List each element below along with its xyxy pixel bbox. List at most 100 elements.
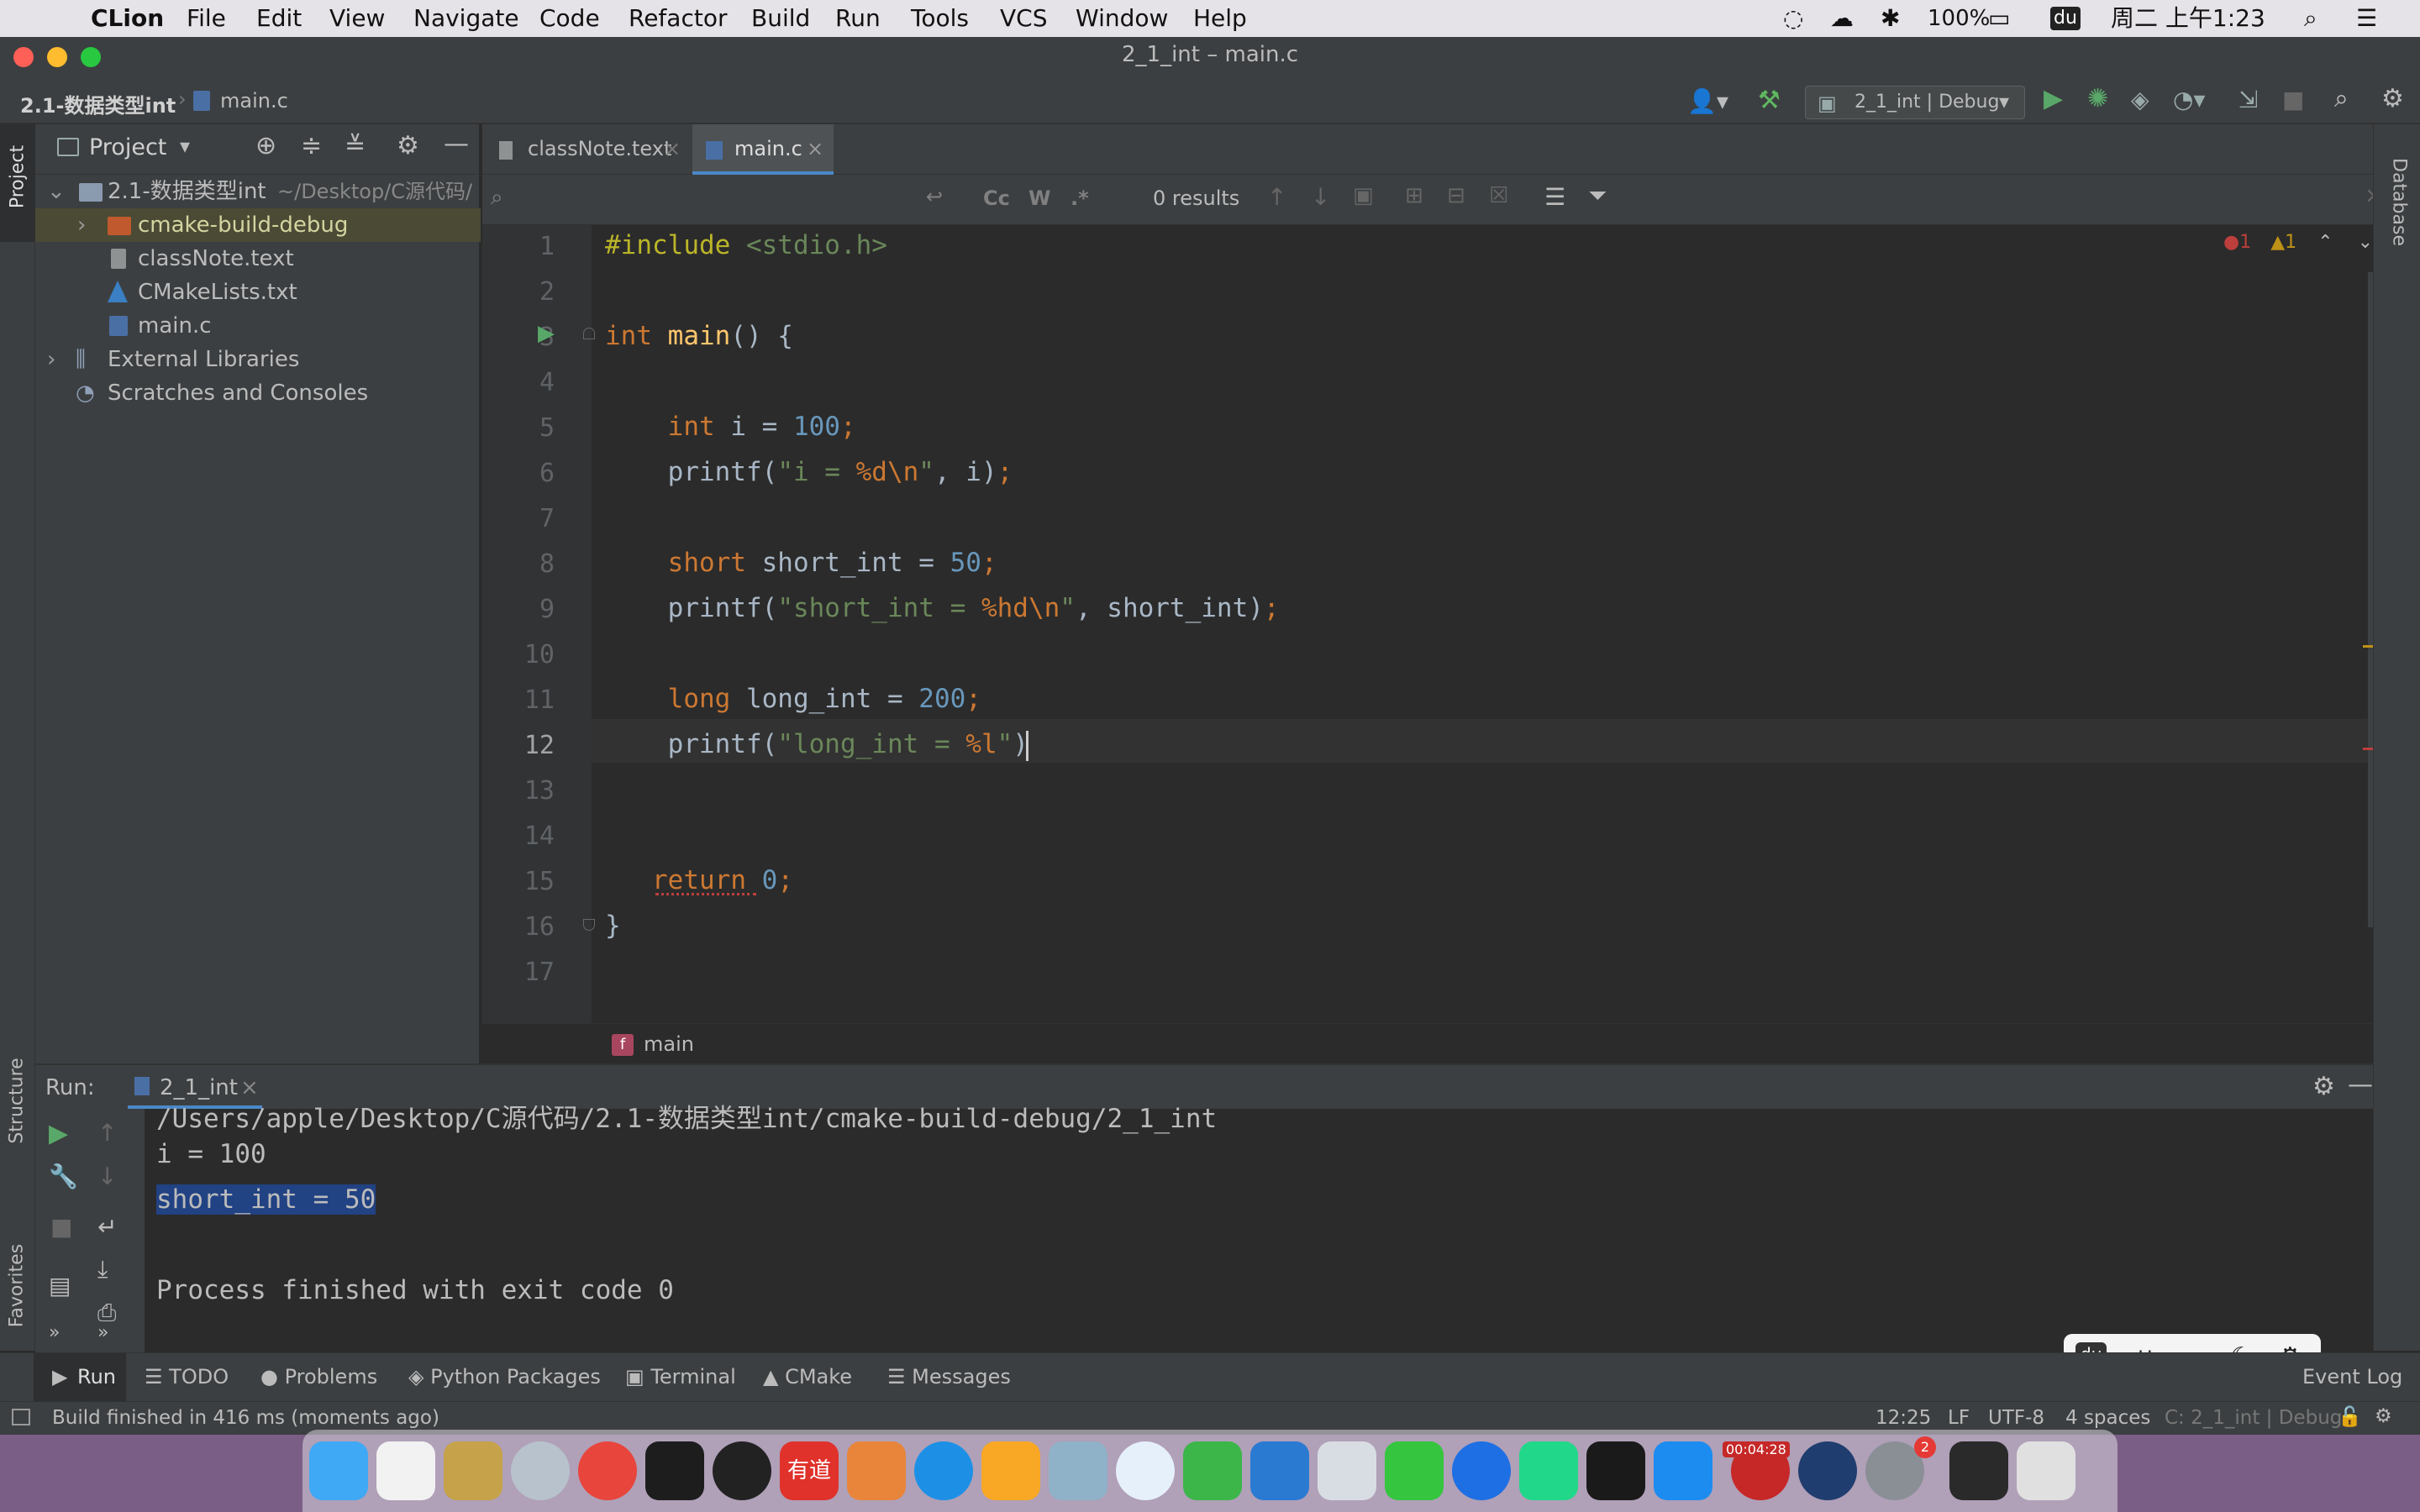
rerun-icon[interactable]: ▶	[49, 1119, 68, 1148]
nav-file[interactable]: main.c	[220, 89, 288, 113]
arrow-down-icon[interactable]: ↓	[1311, 183, 1330, 211]
user-icon[interactable]: 👤▾	[1687, 87, 1728, 115]
lock-icon[interactable]: 🔓	[2338, 1405, 2362, 1428]
tool-tab-cmake[interactable]: ▲ CMake	[763, 1365, 852, 1389]
breadcrumb-main[interactable]: main	[644, 1032, 694, 1056]
project-tool-tab[interactable]: Project	[0, 124, 35, 242]
tree-item-cmake-build-debug[interactable]: › cmake-build-debug	[35, 208, 481, 242]
tool-tab-run[interactable]: ▶ Run	[34, 1353, 126, 1402]
coverage-icon[interactable]: ◈	[2131, 86, 2149, 113]
scroll-up-icon[interactable]: ↑	[97, 1119, 117, 1147]
select-all-icon[interactable]: ▣	[1353, 183, 1374, 208]
run-console[interactable]: /Users/apple/Desktop/C源代码/2.1-数据类型int/cm…	[145, 1104, 2373, 1352]
menu-refactor[interactable]: Refactor	[629, 3, 727, 34]
menu-vcs[interactable]: VCS	[1000, 3, 1047, 34]
docker-icon[interactable]	[914, 1441, 973, 1500]
transmit-icon[interactable]	[444, 1441, 502, 1500]
app-menu[interactable]: CLion	[91, 3, 164, 34]
gear-icon[interactable]: ⚙	[2312, 1072, 2335, 1101]
arrow-up-icon[interactable]: ↑	[1267, 183, 1286, 211]
tree-item-main-c[interactable]: main.c	[35, 309, 481, 343]
inspection-widget[interactable]: ●1 ▲1 ⌃ ⌄	[2223, 232, 2373, 253]
code-editor[interactable]	[592, 225, 2385, 1023]
trash-icon[interactable]	[2017, 1441, 2075, 1500]
expand-all-icon[interactable]: ≑	[301, 131, 322, 160]
filter-icon[interactable]: ⏷	[1588, 181, 1607, 210]
settings-gear-icon[interactable]: ⚙	[2381, 84, 2404, 113]
add-occurrence-icon[interactable]: ⊞	[1405, 183, 1423, 208]
menu-window[interactable]: Window	[1076, 3, 1168, 34]
edit-pen-icon[interactable]	[847, 1441, 906, 1500]
stop-icon[interactable]: ■	[2282, 86, 2304, 113]
profile-icon[interactable]: ◔▾	[2173, 86, 2206, 113]
finder-icon[interactable]	[309, 1441, 368, 1500]
menu-help[interactable]: Help	[1193, 3, 1247, 34]
status-indent[interactable]: 4 spaces	[2065, 1407, 2150, 1429]
du-icon[interactable]: du	[2050, 7, 2081, 30]
chevron-up-icon[interactable]: ⌃	[2317, 232, 2333, 253]
menu-tools[interactable]: Tools	[911, 3, 969, 34]
search-icon[interactable]: ⌕	[2334, 84, 2349, 113]
menu-run[interactable]: Run	[835, 3, 881, 34]
cloud-status-icon[interactable]: ☁	[1830, 3, 1854, 34]
sublime-icon[interactable]	[981, 1441, 1040, 1500]
soft-wrap-icon[interactable]: ↵	[97, 1213, 117, 1241]
tree-item-project-root[interactable]: ⌄ 2.1-数据类型int ~/Desktop/C源代码/	[35, 175, 481, 208]
layout-icon[interactable]: ▤	[49, 1272, 71, 1299]
wechat-icon[interactable]	[1385, 1441, 1444, 1500]
run-config-select[interactable]: ▣ 2_1_int | Debug ▾	[1805, 86, 2025, 119]
menu-view[interactable]: View	[329, 3, 385, 34]
preview-icon[interactable]	[1049, 1441, 1107, 1500]
intellij-icon[interactable]	[1586, 1441, 1645, 1500]
menu-file[interactable]: File	[187, 3, 226, 34]
stop-icon[interactable]: ■	[50, 1213, 72, 1241]
quicktime-icon[interactable]	[1798, 1441, 1857, 1500]
menu-build[interactable]: Build	[751, 3, 810, 34]
tool-tab-python-packages[interactable]: ◈ Python Packages	[408, 1365, 601, 1389]
spotlight-icon[interactable]: ⌕	[2304, 3, 2317, 34]
terminal-icon[interactable]	[645, 1441, 704, 1500]
chrome-icon[interactable]	[578, 1441, 637, 1500]
bluetooth-icon[interactable]: ✱	[1881, 3, 1900, 34]
nav-project[interactable]: 2.1-数据类型int	[20, 89, 176, 118]
stickies-icon[interactable]	[1183, 1441, 1242, 1500]
youdao-icon[interactable]: 有道	[780, 1441, 839, 1500]
menu-edit[interactable]: Edit	[256, 3, 302, 34]
toggle-tool-windows-icon[interactable]	[12, 1409, 30, 1425]
new-line-icon[interactable]: ↩	[926, 185, 943, 208]
favorites-tool-tab[interactable]: Favorites	[7, 1236, 28, 1336]
textedit-icon[interactable]	[376, 1441, 435, 1500]
safari-icon[interactable]	[1116, 1441, 1175, 1500]
collapse-all-icon[interactable]: ≚	[345, 131, 366, 160]
database-tool-tab[interactable]: Database	[2389, 152, 2410, 253]
menubar-clock[interactable]: 周二 上午1:23	[2111, 3, 2265, 34]
find-input[interactable]	[519, 180, 990, 218]
run-icon[interactable]: ▶	[2044, 84, 2063, 113]
qq-icon[interactable]	[713, 1441, 771, 1500]
menu-navigate[interactable]: Navigate	[413, 3, 519, 34]
hide-panel-icon[interactable]: —	[444, 129, 469, 159]
tool-tab-problems[interactable]: ● Problems	[260, 1365, 377, 1389]
qq-status-icon[interactable]: ◌	[1783, 3, 1803, 34]
status-caret-position[interactable]: 12:25	[1876, 1407, 1931, 1429]
run-gutter-icon[interactable]: ▶	[538, 321, 555, 346]
chevron-down-icon[interactable]: ▾	[180, 134, 190, 158]
attach-icon[interactable]: ⇲	[2238, 86, 2258, 113]
tab-classnote[interactable]: classNote.text ×	[482, 124, 692, 175]
clion-icon[interactable]	[1519, 1441, 1578, 1500]
scroll-to-end-icon[interactable]: ⤓	[97, 1255, 108, 1284]
battery-icon[interactable]: ▭	[1988, 3, 2010, 34]
tool-tab-messages[interactable]: ☰ Messages	[887, 1365, 1011, 1389]
chevron-down-icon[interactable]: ⌄	[2358, 232, 2373, 253]
hide-panel-icon[interactable]: —	[2348, 1070, 2373, 1100]
scroll-down-icon[interactable]: ↓	[97, 1163, 117, 1190]
launchpad-icon[interactable]	[511, 1441, 570, 1500]
wrench-icon[interactable]: 🔧	[49, 1163, 78, 1190]
whole-word-toggle[interactable]: W	[1028, 186, 1050, 210]
tool-tab-event-log[interactable]: Event Log	[2302, 1365, 2402, 1389]
build-hammer-icon[interactable]: ⚒	[1758, 86, 1781, 115]
status-line-separator[interactable]: LF	[1948, 1407, 1970, 1429]
structure-tool-tab[interactable]: Structure	[7, 1051, 28, 1152]
project-view-select[interactable]: Project	[89, 134, 166, 160]
screenshot-icon[interactable]	[1949, 1441, 2008, 1500]
